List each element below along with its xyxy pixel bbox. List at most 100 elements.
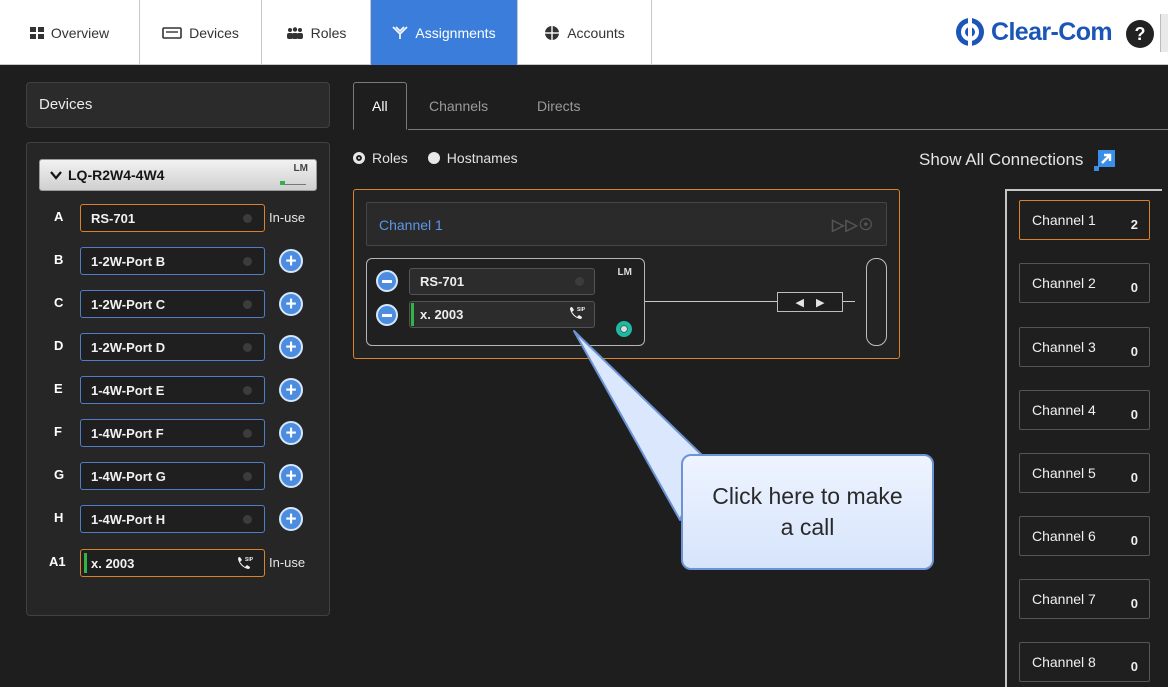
- radio-hostnames-label: Hostnames: [446, 150, 518, 166]
- top-navigation: Overview Devices Roles Assignments Accou…: [0, 0, 1168, 65]
- status-dot: [243, 429, 252, 438]
- port-row: B 1-2W-Port B +: [27, 247, 331, 275]
- role-card-lm-label: LM: [617, 267, 632, 278]
- port-letter: F: [54, 424, 62, 439]
- active-indicator: [411, 303, 414, 326]
- add-assignment-button[interactable]: +: [279, 249, 303, 273]
- subtab-channels[interactable]: Channels: [411, 82, 506, 130]
- port-name: 1-4W-Port E: [91, 383, 165, 398]
- port-status: In-use: [269, 210, 306, 225]
- accounts-icon: [544, 25, 560, 41]
- devices-panel: LQ-R2W4-4W4 LM A RS-701 In-use B 1-2W-Po…: [26, 142, 330, 616]
- device-name: LQ-R2W4-4W4: [68, 167, 165, 183]
- channel-status-icons: ▷▷☉: [832, 217, 874, 234]
- port-name: 1-2W-Port C: [91, 297, 166, 312]
- add-assignment-button[interactable]: +: [279, 378, 303, 402]
- port-field[interactable]: 1-4W-Port E: [80, 376, 265, 404]
- port-row: E 1-4W-Port E +: [27, 376, 331, 404]
- port-field[interactable]: 1-4W-Port F: [80, 419, 265, 447]
- channel-list-name: Channel 7: [1032, 591, 1096, 607]
- port-field[interactable]: 1-2W-Port C: [80, 290, 265, 318]
- add-assignment-button[interactable]: +: [279, 292, 303, 316]
- channel-list-name: Channel 5: [1032, 465, 1096, 481]
- channel-list-item[interactable]: Channel 3 0: [1019, 327, 1150, 367]
- active-indicator: [84, 553, 87, 573]
- devices-header: Devices: [26, 82, 330, 128]
- channel-list-item[interactable]: Channel 7 0: [1019, 579, 1150, 619]
- radio-roles[interactable]: Roles: [353, 150, 408, 166]
- tab-devices[interactable]: Devices: [140, 0, 262, 65]
- svg-text:SIP: SIP: [577, 307, 586, 313]
- svg-text:SIP: SIP: [245, 557, 254, 563]
- brand-logo: Clear-Com: [955, 10, 1113, 54]
- port-field[interactable]: 1-4W-Port H: [80, 505, 265, 533]
- port-name: 1-4W-Port G: [91, 469, 166, 484]
- port-field[interactable]: 1-2W-Port D: [80, 333, 265, 361]
- tab-assignments[interactable]: Assignments: [371, 0, 518, 65]
- port-field[interactable]: RS-701: [80, 204, 265, 232]
- port-field[interactable]: 1-4W-Port G: [80, 462, 265, 490]
- port-row: D 1-2W-Port D +: [27, 333, 331, 361]
- brand-name: Clear-Com: [991, 17, 1113, 46]
- channel-list-item[interactable]: Channel 6 0: [1019, 516, 1150, 556]
- member-field[interactable]: RS-701: [409, 268, 595, 295]
- port-row: H 1-4W-Port H +: [27, 505, 331, 533]
- tab-assignments-label: Assignments: [415, 24, 496, 41]
- expand-arrow-icon: [1094, 150, 1116, 171]
- device-header[interactable]: LQ-R2W4-4W4 LM: [39, 159, 317, 191]
- add-assignment-button[interactable]: +: [279, 421, 303, 445]
- add-assignment-button[interactable]: +: [279, 464, 303, 488]
- show-all-connections[interactable]: Show All Connections: [919, 148, 1117, 172]
- channel-list-item[interactable]: Channel 8 0: [1019, 642, 1150, 682]
- channel-member-count: 0: [1130, 659, 1138, 674]
- add-assignment-button[interactable]: +: [279, 507, 303, 531]
- remove-member-button[interactable]: [376, 304, 398, 326]
- channel-list-item[interactable]: Channel 1 2: [1019, 200, 1150, 240]
- channel-header[interactable]: Channel 1 ▷▷☉: [366, 202, 887, 246]
- assignment-subtabs: All Channels Directs: [353, 82, 1168, 130]
- direction-toggle[interactable]: ◀ ▶: [777, 292, 843, 312]
- tab-roles-label: Roles: [310, 24, 347, 41]
- channel-list-item[interactable]: Channel 2 0: [1019, 263, 1150, 303]
- port-letter: C: [54, 295, 64, 310]
- member-name: RS-701: [420, 274, 465, 289]
- status-dot: [243, 472, 252, 481]
- status-dot: [575, 277, 584, 286]
- add-assignment-button[interactable]: +: [279, 335, 303, 359]
- radio-hostnames[interactable]: Hostnames: [427, 150, 518, 166]
- subtab-directs[interactable]: Directs: [519, 82, 599, 130]
- channel-list-item[interactable]: Channel 5 0: [1019, 453, 1150, 493]
- port-letter: A: [54, 209, 64, 224]
- clear-com-logo-icon: [956, 17, 984, 47]
- port-letter: B: [54, 252, 64, 267]
- help-button[interactable]: ?: [1126, 20, 1154, 48]
- status-dot: [243, 214, 252, 223]
- tab-accounts[interactable]: Accounts: [518, 0, 652, 65]
- tab-devices-label: Devices: [189, 24, 239, 41]
- port-status: In-use: [269, 555, 306, 570]
- port-field[interactable]: 1-2W-Port B: [80, 247, 265, 275]
- port-letter: H: [54, 510, 64, 525]
- channel-member-count: 0: [1130, 344, 1138, 359]
- people-icon: [286, 26, 304, 39]
- instruction-callout: Click here to make a call: [681, 454, 934, 570]
- role-card: LM RS-701 x. 2003 SIP: [366, 258, 645, 346]
- sip-phone-icon[interactable]: SIP: [568, 306, 586, 323]
- port-field[interactable]: x. 2003 SIP: [80, 549, 265, 577]
- channel-assignment-panel: Channel 1 ▷▷☉ LM RS-701 x. 2003 SIP ◀ ▶: [353, 189, 900, 359]
- subtab-all[interactable]: All: [353, 82, 407, 130]
- tab-roles[interactable]: Roles: [262, 0, 371, 65]
- channel-list-name: Channel 2: [1032, 275, 1096, 291]
- channel-list-name: Channel 1: [1032, 212, 1096, 228]
- port-row: A1 x. 2003 SIP In-use: [27, 549, 331, 577]
- port-letter: G: [54, 467, 65, 482]
- port-name: 1-4W-Port H: [91, 512, 166, 527]
- channel-list-name: Channel 4: [1032, 402, 1096, 418]
- arrow-right-icon: ▶: [816, 296, 825, 309]
- member-field[interactable]: x. 2003 SIP: [409, 301, 595, 328]
- channel-list-item[interactable]: Channel 4 0: [1019, 390, 1150, 430]
- status-dot: [243, 257, 252, 266]
- remove-member-button[interactable]: [376, 270, 398, 292]
- port-name: 1-4W-Port F: [91, 426, 164, 441]
- tab-overview[interactable]: Overview: [0, 0, 140, 65]
